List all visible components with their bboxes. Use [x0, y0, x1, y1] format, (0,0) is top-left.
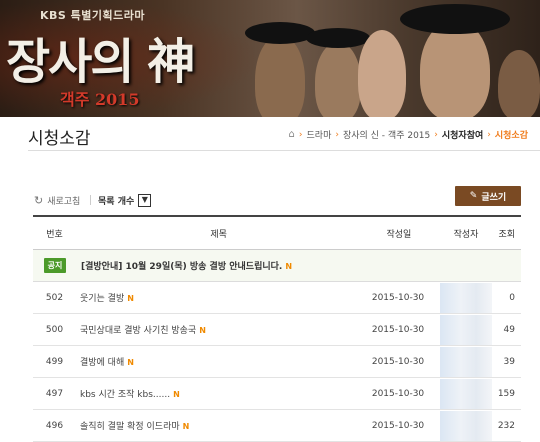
row-views: 39: [503, 356, 515, 367]
author-blur: [439, 378, 492, 409]
chevron-down-icon[interactable]: ▼: [138, 194, 152, 207]
author-blur: [439, 346, 492, 377]
header-number: 번호: [46, 229, 63, 240]
author-blur: [439, 410, 492, 441]
new-badge: N: [127, 294, 134, 303]
new-badge: N: [199, 326, 206, 335]
breadcrumb-current[interactable]: 시청소감: [495, 128, 528, 141]
header-divider: [28, 150, 540, 151]
row-title[interactable]: kbs 시간 조작 kbs......: [80, 390, 170, 400]
row-views: 232: [497, 420, 515, 431]
table-header: 번호 제목 작성일 작성자 조회: [33, 215, 521, 250]
chevron-right-icon: ›: [298, 129, 303, 140]
toolbar-divider: [90, 195, 91, 205]
chevron-right-icon: ›: [487, 129, 491, 140]
row-date: 2015-10-30: [371, 356, 425, 367]
notice-badge: 공지: [43, 258, 67, 273]
row-date: 2015-10-30: [371, 420, 425, 431]
header-date: 작성일: [386, 229, 412, 240]
cast-figure: [358, 30, 406, 117]
chevron-right-icon: ›: [434, 129, 438, 140]
home-icon[interactable]: ⌂: [289, 129, 295, 140]
list-count-control[interactable]: 목록 개수 ▼: [98, 194, 152, 207]
author-blur: [439, 314, 492, 345]
row-number: 497: [45, 388, 64, 399]
row-author-blurred: [439, 410, 492, 441]
row-title[interactable]: 결방에 대해: [80, 358, 124, 368]
cast-figure: [498, 50, 540, 117]
banner-network-label: KBS 특별기획드라마: [40, 9, 145, 22]
write-button-label: 글쓰기: [481, 192, 507, 203]
row-author-blurred: [439, 282, 492, 313]
header-views: 조회: [498, 229, 516, 240]
cast-hat: [400, 4, 510, 34]
row-title[interactable]: 국민상대로 결방 사기친 방송국: [80, 326, 196, 336]
table-row[interactable]: 502 웃기는 결방 N 2015-10-30 0: [33, 282, 521, 314]
drama-banner: KBS 특별기획드라마 장사의 神 객주 2015: [0, 0, 540, 117]
refresh-label: 새로고침: [47, 197, 81, 207]
row-author-blurred: [439, 378, 492, 409]
row-title[interactable]: 솔직히 결말 확정 이드라마: [80, 422, 180, 432]
cast-figure: [420, 20, 490, 117]
notice-row[interactable]: 공지 [결방안내] 10월 29일(목) 방송 결방 안내드립니다. N: [33, 250, 521, 282]
row-number: 499: [45, 356, 64, 367]
row-views: 159: [497, 388, 515, 399]
header-author: 작성자: [453, 229, 479, 240]
table-row[interactable]: 500 국민상대로 결방 사기친 방송국 N 2015-10-30 49: [33, 314, 521, 346]
notice-title[interactable]: [결방안내] 10월 29일(목) 방송 결방 안내드립니다.: [81, 262, 282, 272]
banner-subtitle: 객주 2015: [60, 90, 140, 109]
new-badge: N: [127, 358, 134, 367]
row-date: 2015-10-30: [371, 388, 425, 399]
row-title-cell: 결방에 대해 N: [76, 355, 357, 368]
notice-title-cell: [결방안내] 10월 29일(목) 방송 결방 안내드립니다. N: [77, 259, 521, 272]
new-badge: N: [173, 390, 180, 399]
row-author-blurred: [439, 346, 492, 377]
cast-figure: [255, 35, 305, 117]
breadcrumb-viewer-participation[interactable]: 시청자참여: [442, 128, 483, 141]
breadcrumb: ⌂ › 드라마 › 장사의 신 - 객주 2015 › 시청자참여 › 시청소감: [289, 128, 528, 141]
refresh-icon: ↻: [34, 194, 44, 207]
row-number: 500: [45, 324, 64, 335]
page-title: 시청소감: [28, 129, 91, 149]
notice-badge-cell: 공지: [33, 258, 77, 273]
pencil-icon: ✎: [469, 191, 478, 201]
table-row[interactable]: 496 솔직히 결말 확정 이드라마 N 2015-10-30 232: [33, 410, 521, 442]
cast-hat: [306, 28, 370, 48]
row-title-cell: 웃기는 결방 N: [76, 291, 357, 304]
cast-figure: [315, 42, 361, 117]
breadcrumb-drama[interactable]: 드라마: [307, 128, 332, 141]
row-views: 49: [503, 324, 515, 335]
cast-hat: [245, 22, 315, 44]
header-title: 제목: [210, 229, 227, 240]
write-button[interactable]: ✎ 글쓰기: [455, 186, 521, 206]
breadcrumb-show[interactable]: 장사의 신 - 객주 2015: [343, 128, 430, 141]
table-row[interactable]: 497 kbs 시간 조작 kbs...... N 2015-10-30 159: [33, 378, 521, 410]
new-badge: N: [182, 422, 190, 431]
row-title[interactable]: 웃기는 결방: [80, 294, 124, 304]
row-title-cell: kbs 시간 조작 kbs...... N: [76, 387, 357, 400]
table-row[interactable]: 499 결방에 대해 N 2015-10-30 39: [33, 346, 521, 378]
row-number: 502: [45, 292, 64, 303]
row-date: 2015-10-30: [371, 292, 425, 303]
list-count-label: 목록 개수: [98, 197, 135, 207]
post-table: 번호 제목 작성일 작성자 조회 공지 [결방안내] 10월 29일(목) 방송…: [33, 215, 521, 442]
banner-title: 장사의 神: [6, 34, 195, 90]
author-blur: [439, 282, 492, 313]
row-title-cell: 솔직히 결말 확정 이드라마 N: [76, 419, 357, 432]
row-views: 0: [509, 292, 515, 303]
row-author-blurred: [439, 314, 492, 345]
row-number: 496: [45, 420, 64, 431]
new-badge: N: [285, 262, 293, 271]
refresh-button[interactable]: ↻ 새로고침: [34, 194, 80, 207]
row-date: 2015-10-30: [371, 324, 425, 335]
chevron-right-icon: ›: [335, 129, 339, 140]
row-title-cell: 국민상대로 결방 사기친 방송국 N: [76, 323, 357, 336]
